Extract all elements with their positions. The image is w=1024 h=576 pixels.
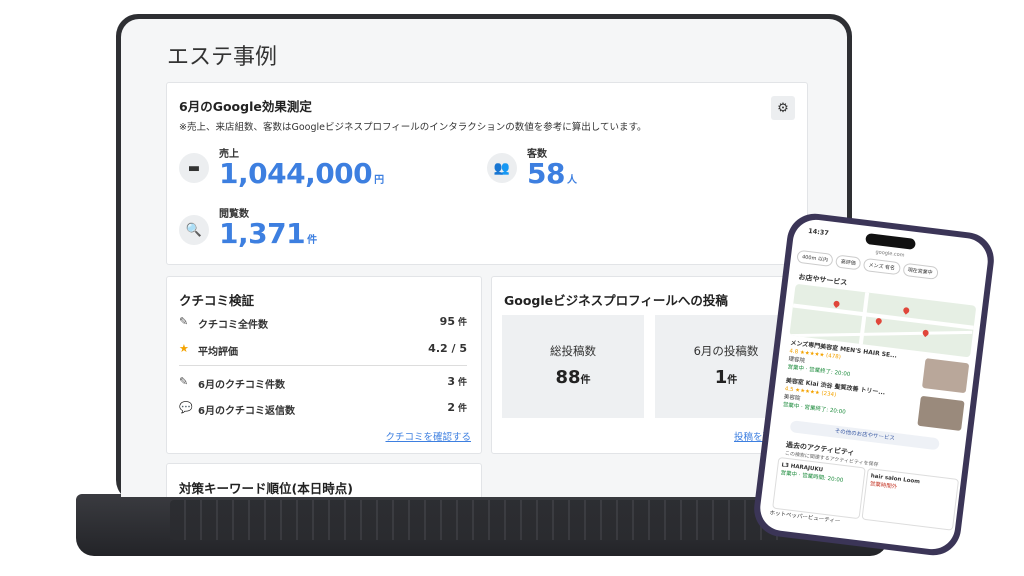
reviews-title: クチコミ検証	[179, 293, 255, 308]
business-photo	[921, 358, 970, 394]
page-title: エステ事例	[167, 45, 278, 70]
map-road	[792, 303, 974, 330]
register-icon: ▬	[179, 153, 209, 183]
effect-title: 6月のGoogle効果測定	[179, 99, 312, 114]
review-month-row: ✎ 6月のクチコミ件数 3件	[179, 375, 467, 391]
check-reviews-link[interactable]: クチコミを確認する	[385, 429, 471, 443]
phone-screen: 14:37 google.com 400m 以内 高評価 メンズ 有名 現在営業…	[757, 217, 991, 552]
customers-value: 58 人	[527, 157, 577, 190]
map-road	[858, 292, 870, 345]
phone-time: 14:37	[807, 226, 830, 238]
reply-icon: 💬	[179, 401, 193, 414]
review-reply-row: 💬 6月のクチコミ返信数 2件	[179, 401, 467, 417]
map-pin-icon	[832, 299, 841, 309]
filter-chip[interactable]: 現在営業中	[902, 262, 939, 280]
activity-card[interactable]: hair salon Loom 営業時間外	[861, 467, 960, 531]
review-total-row: ✎ クチコミ全件数 95 件	[179, 315, 467, 331]
filter-chip[interactable]: メンズ 有名	[862, 257, 901, 276]
map-road	[790, 330, 973, 338]
search-icon: 🔍	[179, 215, 209, 245]
people-icon: 👥	[487, 153, 517, 183]
review-icon: ✎	[179, 315, 189, 328]
map-pin-icon	[921, 328, 930, 338]
map-pin-icon	[902, 306, 911, 315]
business-photo	[917, 395, 965, 431]
posts-card: Googleビジネスプロフィールへの投稿 総投稿数 88件 6月の投稿数 1件 …	[491, 276, 808, 454]
effect-note: ※売上、来店組数、客数はGoogleビジネスプロフィールのインタラクションの数値…	[179, 122, 647, 133]
reviews-card: クチコミ検証 ✎ クチコミ全件数 95 件 ★ 平均評価 4.2 / 5 ✎ 6月…	[166, 276, 482, 454]
business-listing[interactable]: 美容室 Kiai 渋谷 髪質改善 トリー... 4.5 ★★★★★ (234) …	[782, 377, 905, 423]
laptop-screen: エステ事例 6月のGoogle効果測定 ⚙ ※売上、来店組数、客数はGoogle…	[121, 19, 847, 497]
dynamic-island	[865, 232, 917, 250]
gear-icon: ⚙	[777, 100, 789, 116]
sales-value: 1,044,000 円	[219, 157, 384, 190]
divider	[179, 365, 467, 366]
filter-chip[interactable]: 400m 以内	[796, 249, 834, 268]
phone-mockup: 14:37 google.com 400m 以内 高評価 メンズ 有名 現在営業…	[750, 210, 998, 559]
total-posts-box: 総投稿数 88件	[502, 315, 644, 418]
review-icon: ✎	[179, 375, 189, 388]
star-icon: ★	[179, 342, 189, 355]
views-value: 1,371 件	[219, 217, 317, 250]
settings-button[interactable]: ⚙	[771, 96, 795, 120]
posts-title: Googleビジネスプロフィールへの投稿	[504, 293, 728, 308]
keywords-card: 対策キーワード順位(本日時点)	[166, 463, 482, 497]
keyboard	[170, 500, 790, 540]
keywords-title: 対策キーワード順位(本日時点)	[179, 481, 353, 496]
effect-card: 6月のGoogle効果測定 ⚙ ※売上、来店組数、客数はGoogleビジネスプロ…	[166, 82, 808, 265]
filter-chip[interactable]: 高評価	[834, 254, 862, 271]
review-average-row: ★ 平均評価 4.2 / 5	[179, 342, 467, 358]
